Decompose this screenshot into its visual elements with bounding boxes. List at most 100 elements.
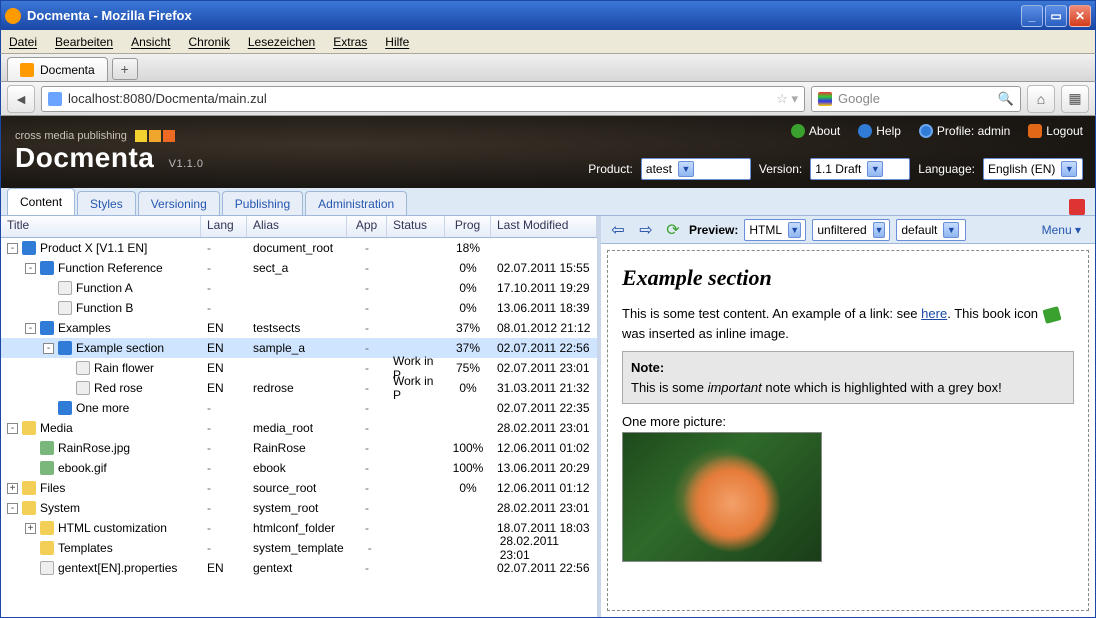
pdf-icon[interactable] [1069,199,1085,215]
col-mod[interactable]: Last Modified [491,216,597,237]
tree-row[interactable]: -Example sectionENsample_a-37%02.07.2011… [1,338,597,358]
col-prog[interactable]: Prog [445,216,491,237]
row-title: Media [40,421,73,435]
col-title[interactable]: Title [1,216,201,237]
row-title: Templates [58,541,113,555]
tree-toggle[interactable]: - [7,503,18,514]
tab-administration[interactable]: Administration [305,191,407,215]
browser-tab[interactable]: Docmenta [7,57,108,81]
user-icon [919,124,933,138]
bookmark-star-icon[interactable]: ☆ ▾ [776,91,798,107]
tree-row[interactable]: Templates-system_template-28.02.2011 23:… [1,538,597,558]
window-titlebar: Docmenta - Mozilla Firefox _ ▭ ✕ [0,0,1096,30]
row-title: ebook.gif [58,461,107,475]
profile-link[interactable]: Profile: admin [919,124,1010,138]
tree-row[interactable]: Rain flowerEN-Work in P75%02.07.2011 23:… [1,358,597,378]
tree-row[interactable]: ebook.gif-ebook-100%13.06.2011 20:29 [1,458,597,478]
page-icon [40,561,54,575]
tree-row[interactable]: RainRose.jpg-RainRose-100%12.06.2011 01:… [1,438,597,458]
tree-toggle[interactable]: - [7,243,18,254]
menu-help[interactable]: Hilfe [385,35,409,49]
tree-row[interactable]: Function A--0%17.10.2011 19:29 [1,278,597,298]
address-bar[interactable]: localhost:8080/Docmenta/main.zul ☆ ▾ [41,86,805,112]
row-title: Examples [58,321,111,335]
tree-toggle[interactable]: - [25,263,36,274]
maximize-button[interactable]: ▭ [1045,5,1067,27]
about-link[interactable]: About [791,124,840,138]
firefox-icon [5,8,21,24]
tab-versioning[interactable]: Versioning [138,191,220,215]
version-select[interactable]: 1.1 Draft▼ [810,158,910,180]
preview-content: Example section This is some test conten… [607,250,1089,611]
home-button[interactable]: ⌂ [1027,85,1055,113]
row-title: Red rose [94,381,143,395]
brand-version: V1.1.0 [169,158,204,170]
bookmarks-button[interactable]: ▦ [1061,85,1089,113]
col-alias[interactable]: Alias [247,216,347,237]
sect-icon [40,321,54,335]
language-label: Language: [918,162,975,176]
menu-file[interactable]: Datei [9,35,37,49]
folder-icon [40,521,54,535]
note-box: Note: This is some important note which … [622,351,1074,404]
browser-tab-strip: Docmenta + [0,54,1096,82]
tree-toggle[interactable]: - [25,323,36,334]
col-lang[interactable]: Lang [201,216,247,237]
tab-styles[interactable]: Styles [77,191,136,215]
preview-forward-button[interactable]: ⇨ [635,219,657,241]
tree-row[interactable]: -Media-media_root-28.02.2011 23:01 [1,418,597,438]
tree-body[interactable]: -Product X [V1.1 EN]-document_root-18%-F… [1,238,597,617]
col-app[interactable]: App [347,216,387,237]
tree-row[interactable]: One more--02.07.2011 22:35 [1,398,597,418]
tree-toggle[interactable]: - [43,343,54,354]
tree-row[interactable]: -System-system_root-28.02.2011 23:01 [1,498,597,518]
tree-row[interactable]: +Files-source_root-0%12.06.2011 01:12 [1,478,597,498]
row-title: Product X [V1.1 EN] [40,241,147,255]
col-status[interactable]: Status [387,216,445,237]
preview-menu[interactable]: Menu ▾ [1034,223,1089,237]
menu-history[interactable]: Chronik [188,35,229,49]
tree-row[interactable]: -Product X [V1.1 EN]-document_root-18% [1,238,597,258]
search-bar[interactable]: Google 🔍 [811,86,1021,112]
close-button[interactable]: ✕ [1069,5,1091,27]
new-tab-button[interactable]: + [112,58,138,80]
sect-icon [58,401,72,415]
logout-icon [1028,124,1042,138]
tree-row[interactable]: -Function Reference-sect_a-0%02.07.2011 … [1,258,597,278]
row-title: Function Reference [58,261,163,275]
tree-row[interactable]: -ExamplesENtestsects-37%08.01.2012 21:12 [1,318,597,338]
menu-extras[interactable]: Extras [333,35,367,49]
menu-bookmarks[interactable]: Lesezeichen [248,35,315,49]
preview-link-here[interactable]: here [921,306,947,321]
row-title: Rain flower [94,361,154,375]
preview-filter-select[interactable]: unfiltered▼ [812,219,890,241]
menu-view[interactable]: Ansicht [131,35,170,49]
url-favicon [48,92,62,106]
row-title: HTML customization [58,521,167,535]
preview-back-button[interactable]: ⇦ [607,219,629,241]
tab-publishing[interactable]: Publishing [222,191,303,215]
search-icon[interactable]: 🔍 [998,91,1014,107]
row-title: One more [76,401,129,415]
tab-favicon [20,63,34,77]
tree-toggle[interactable]: + [25,523,36,534]
product-select[interactable]: atest▼ [641,158,751,180]
brand-name: Docmenta [15,142,154,173]
folder-icon [22,421,36,435]
back-button[interactable]: ◄ [7,85,35,113]
help-link[interactable]: Help [858,124,901,138]
preview-style-select[interactable]: default▼ [896,219,966,241]
tree-row[interactable]: Red roseENredrose-Work in P0%31.03.2011 … [1,378,597,398]
preview-format-select[interactable]: HTML▼ [744,219,806,241]
tab-content[interactable]: Content [7,188,75,215]
menu-edit[interactable]: Bearbeiten [55,35,113,49]
logout-link[interactable]: Logout [1028,124,1083,138]
tree-row[interactable]: Function B--0%13.06.2011 18:39 [1,298,597,318]
sect-icon [58,341,72,355]
refresh-button[interactable]: ⟳ [663,220,683,240]
minimize-button[interactable]: _ [1021,5,1043,27]
tree-toggle[interactable]: - [7,423,18,434]
language-select[interactable]: English (EN)▼ [983,158,1083,180]
tree-row[interactable]: gentext[EN].propertiesENgentext-02.07.20… [1,558,597,578]
tree-toggle[interactable]: + [7,483,18,494]
